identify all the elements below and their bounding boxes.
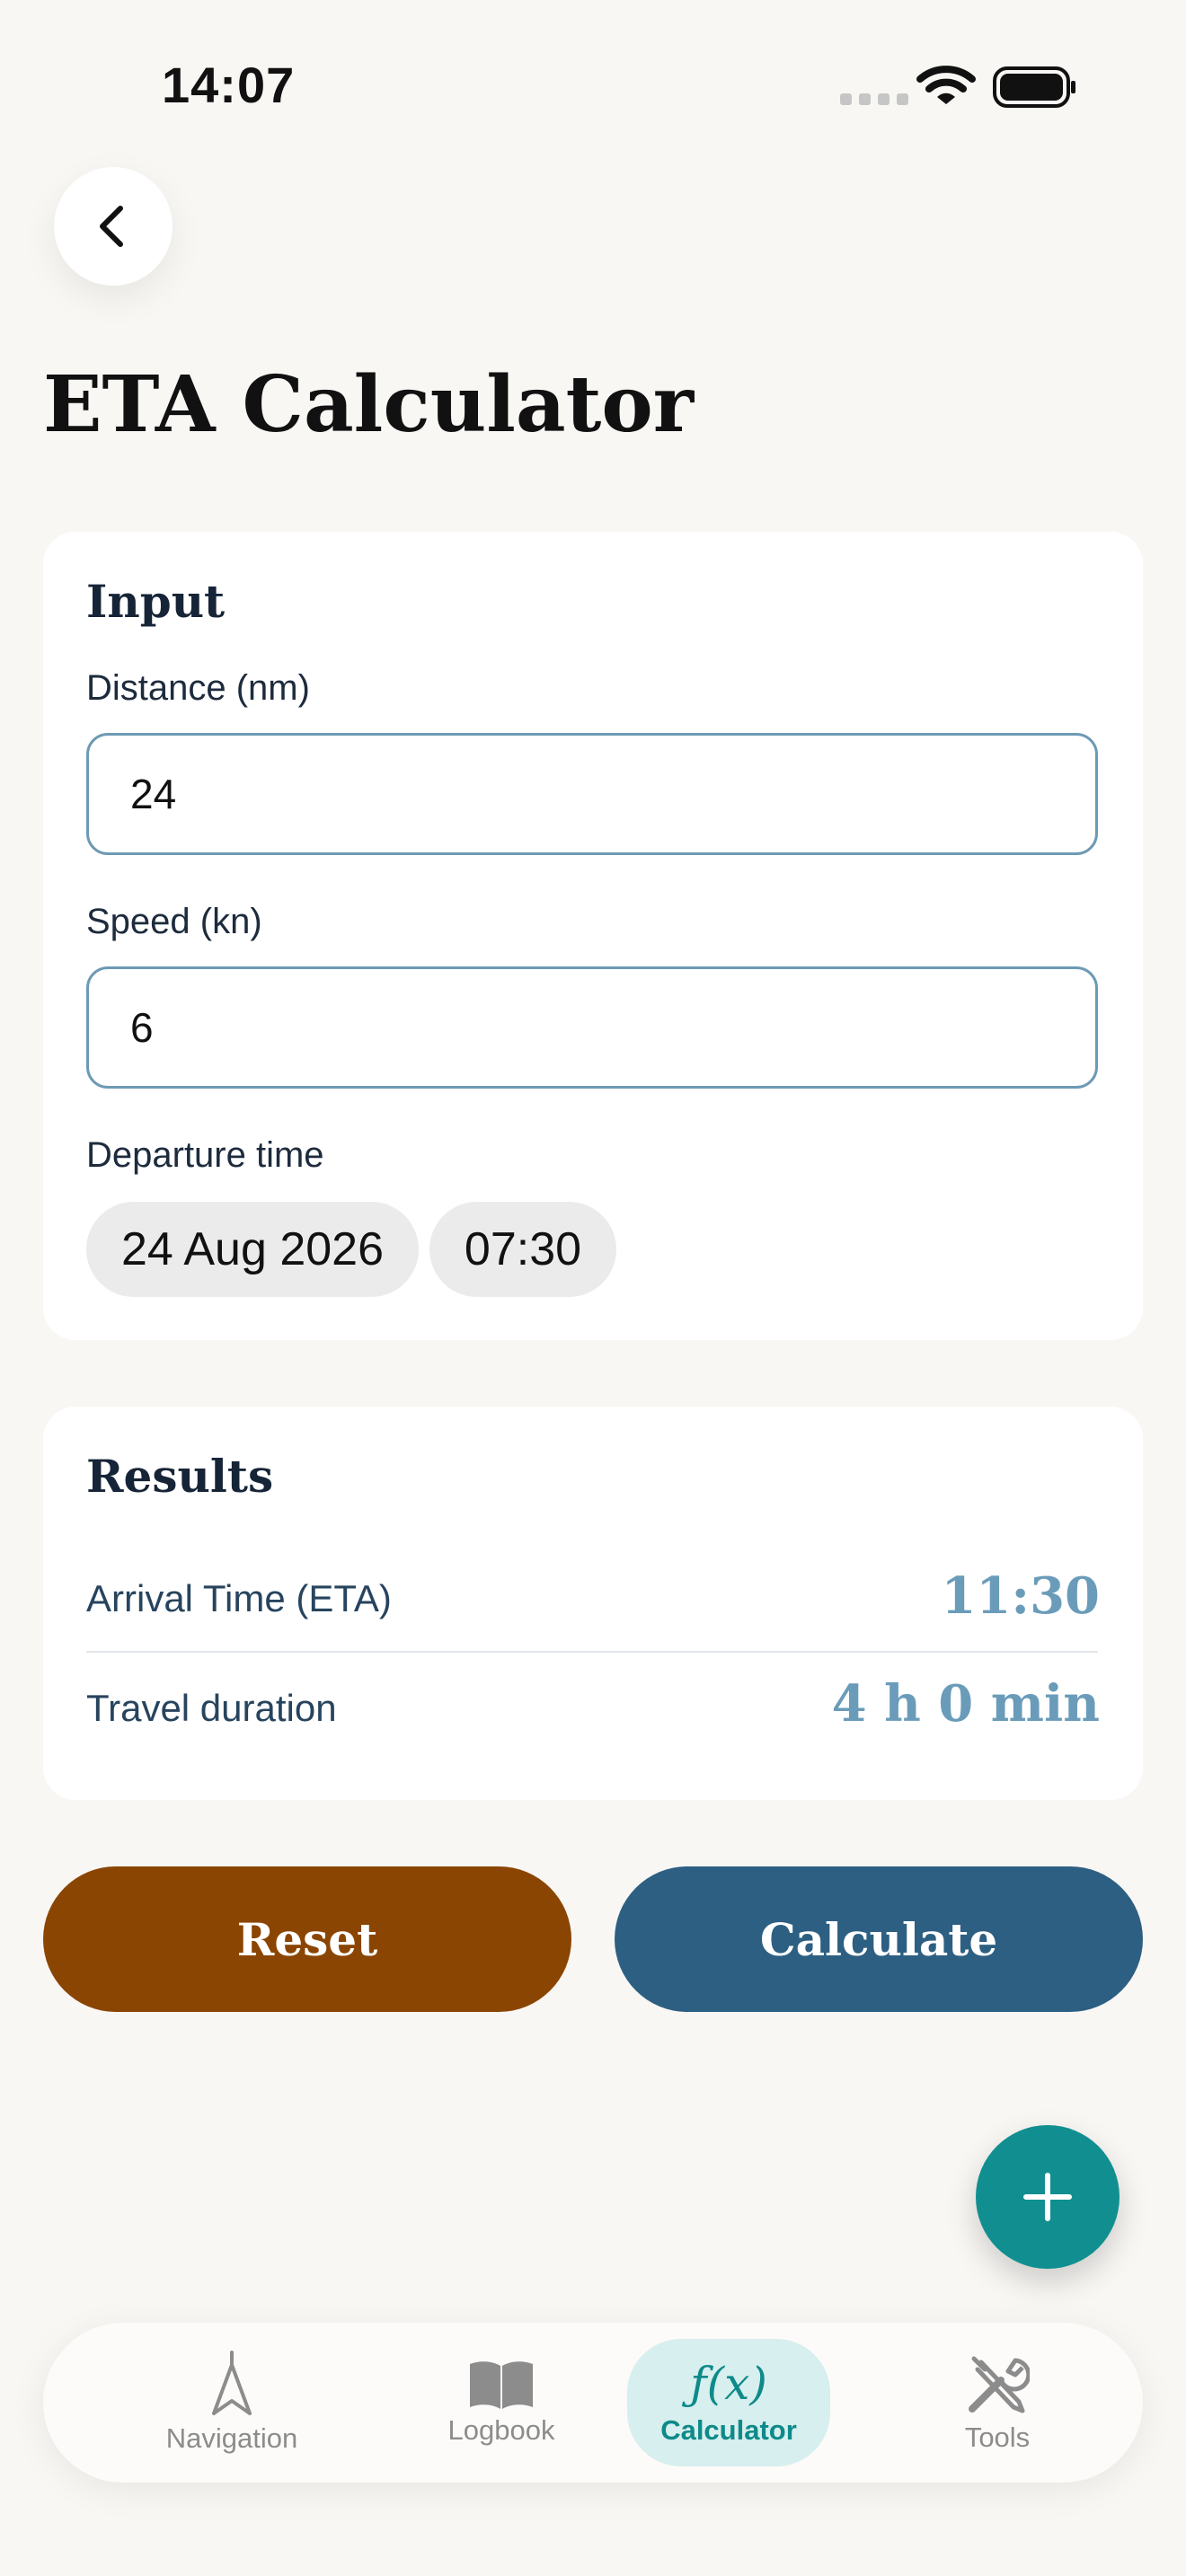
tab-navigation-label: Navigation	[165, 2422, 298, 2454]
tools-icon	[969, 2356, 1030, 2413]
speed-label: Speed (kn)	[86, 902, 262, 941]
tab-tools-label: Tools	[964, 2422, 1031, 2453]
results-heading: Results	[86, 1450, 274, 1503]
book-icon	[470, 2361, 533, 2409]
travel-duration-value: 4 h 0 min	[831, 1674, 1100, 1734]
results-card: Results Arrival Time (ETA) 11:30 Travel …	[43, 1407, 1143, 1800]
function-icon: ƒ(x)	[690, 2358, 767, 2410]
distance-input[interactable]: 24	[86, 733, 1098, 855]
add-fab-button[interactable]	[976, 2125, 1120, 2269]
status-bar: 14:07	[0, 0, 1186, 171]
back-button[interactable]	[54, 167, 173, 286]
calculate-button[interactable]: Calculate	[615, 1866, 1143, 2012]
plus-icon	[1023, 2173, 1072, 2221]
eta-label: Arrival Time (ETA)	[86, 1577, 392, 1619]
travel-duration-label: Travel duration	[86, 1687, 337, 1729]
tab-calculator[interactable]: ƒ(x) Calculator	[621, 2323, 836, 2483]
page-title: ETA Calculator	[43, 359, 695, 450]
departure-date-picker[interactable]: 24 Aug 2026	[86, 1202, 419, 1297]
tab-logbook[interactable]: Logbook	[394, 2323, 609, 2483]
wifi-icon	[916, 66, 976, 104]
departure-time-picker[interactable]: 07:30	[429, 1202, 616, 1297]
cellular-signal-icon	[840, 93, 908, 105]
chevron-left-icon	[100, 206, 123, 247]
eta-value: 11:30	[941, 1566, 1100, 1626]
speed-input[interactable]: 6	[86, 966, 1098, 1089]
distance-label: Distance (nm)	[86, 668, 310, 708]
input-heading: Input	[86, 575, 226, 628]
status-time: 14:07	[162, 57, 296, 113]
tab-logbook-label: Logbook	[447, 2414, 555, 2446]
departure-time-label: Departure time	[86, 1135, 324, 1175]
results-divider	[86, 1651, 1098, 1653]
battery-icon	[993, 66, 1075, 108]
reset-button[interactable]: Reset	[43, 1866, 571, 2012]
tab-tools[interactable]: Tools	[890, 2323, 1105, 2483]
bottom-tab-bar: Navigation Logbook ƒ(x) Calculator Tools	[43, 2323, 1143, 2483]
compass-arrow-icon	[212, 2351, 252, 2415]
tab-navigation[interactable]: Navigation	[124, 2323, 340, 2483]
tab-calculator-label: Calculator	[660, 2414, 797, 2446]
